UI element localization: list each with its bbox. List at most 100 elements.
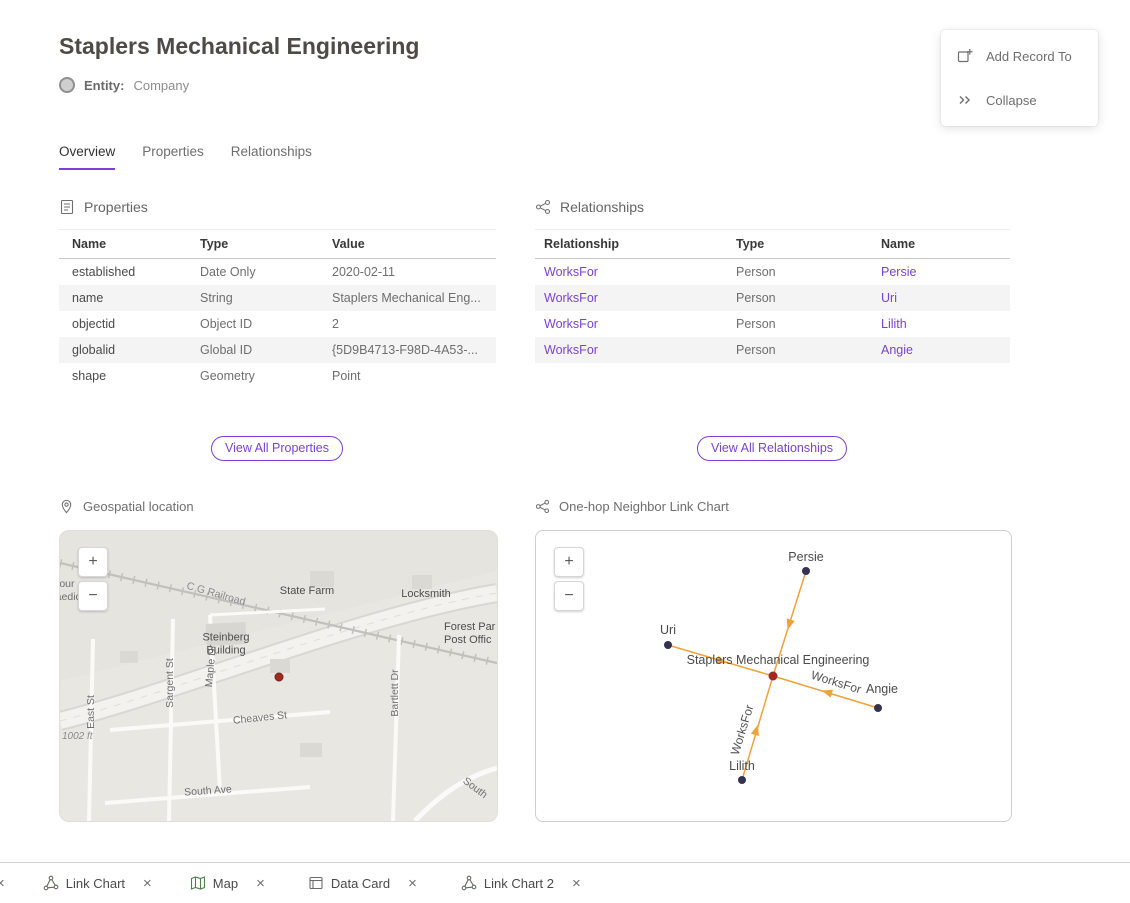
properties-heading: Properties xyxy=(59,199,148,215)
node-label-uri: Uri xyxy=(660,623,676,637)
map-zoom-controls: + − xyxy=(78,547,108,611)
map-label-poi: Steinberg Building xyxy=(191,631,261,656)
relationship-type: Person xyxy=(736,311,881,337)
properties-table: Name Type Value established Date Only 20… xyxy=(59,229,496,389)
table-row: WorksFor Person Lilith xyxy=(535,311,1010,337)
zoom-in-button[interactable]: + xyxy=(78,547,108,577)
property-name: name xyxy=(59,285,200,311)
data-card-tabs: Overview Properties Relationships xyxy=(59,144,312,170)
geospatial-heading: Geospatial location xyxy=(59,499,194,514)
close-tab-icon[interactable]: × xyxy=(256,875,265,892)
edge-label-worksfor: WorksFor xyxy=(728,703,757,757)
property-value: Staplers Mechanical Eng... xyxy=(332,285,496,311)
menu-item-collapse[interactable]: Collapse xyxy=(941,78,1098,122)
table-row: name String Staplers Mechanical Eng... xyxy=(59,285,496,311)
column-header: Type xyxy=(736,230,881,259)
related-entity-link[interactable]: Lilith xyxy=(881,317,907,331)
relationship-link[interactable]: WorksFor xyxy=(544,317,598,331)
relationship-link[interactable]: WorksFor xyxy=(544,291,598,305)
node-label-persie: Persie xyxy=(788,550,823,564)
map-pin-icon xyxy=(59,499,74,514)
close-tab-icon[interactable]: × xyxy=(572,875,581,892)
workspace-tab-label: Map xyxy=(213,876,238,891)
relationships-heading: Relationships xyxy=(535,199,644,215)
relationship-type: Person xyxy=(736,285,881,311)
data-card-icon xyxy=(308,875,324,891)
related-entity-link[interactable]: Persie xyxy=(881,265,916,279)
link-chart-icon xyxy=(43,875,59,891)
zoom-in-button[interactable]: + xyxy=(554,547,584,577)
node-persie[interactable] xyxy=(802,567,810,575)
node-label-angie: Angie xyxy=(866,682,898,696)
entity-label: Entity: xyxy=(84,78,124,93)
link-chart-zoom-controls: + − xyxy=(554,547,584,611)
zoom-out-button[interactable]: − xyxy=(78,581,108,611)
close-tab-icon[interactable]: × xyxy=(0,875,5,892)
related-entity-link[interactable]: Angie xyxy=(881,343,913,357)
relationship-link[interactable]: WorksFor xyxy=(544,343,598,357)
entity-row: Entity: Company xyxy=(59,77,189,93)
map-label: rbour xyxy=(59,578,75,590)
relationships-icon xyxy=(535,199,551,215)
property-value: {5D9B4713-F98D-4A53-... xyxy=(332,337,496,363)
tab-properties[interactable]: Properties xyxy=(142,144,204,170)
entity-type-value: Company xyxy=(133,78,189,93)
tab-relationships[interactable]: Relationships xyxy=(231,144,312,170)
link-chart-icon xyxy=(535,499,550,514)
node-angie[interactable] xyxy=(874,704,882,712)
relationship-link[interactable]: WorksFor xyxy=(544,265,598,279)
column-header: Type xyxy=(200,230,332,259)
collapse-icon xyxy=(957,92,973,108)
table-row: WorksFor Person Uri xyxy=(535,285,1010,311)
link-chart-view[interactable]: WorksFor WorksFor Persie Uri Angie Lilit… xyxy=(535,530,1012,822)
link-chart-icon xyxy=(461,875,477,891)
map-label-street: Sargent St xyxy=(164,658,176,708)
entity-type-icon xyxy=(59,77,75,93)
view-all-properties-button[interactable]: View All Properties xyxy=(211,436,343,461)
workspace-tab-data-card[interactable]: Data Card × xyxy=(308,875,417,892)
table-row: established Date Only 2020-02-11 xyxy=(59,259,496,286)
node-label-lilith: Lilith xyxy=(729,759,755,773)
workspace-tab-label: Data Card xyxy=(331,876,390,891)
workspace-tab-link-chart[interactable]: Link Chart × xyxy=(43,875,152,892)
relationship-type: Person xyxy=(736,337,881,363)
menu-item-label: Add Record To xyxy=(986,49,1072,64)
relationships-heading-label: Relationships xyxy=(560,199,644,215)
workspace-tab-bar: × Link Chart × Map × Data Card × xyxy=(0,862,1130,903)
table-row: globalid Global ID {5D9B4713-F98D-4A53-.… xyxy=(59,337,496,363)
menu-item-add-record-to[interactable]: Add Record To xyxy=(941,34,1098,78)
property-name: globalid xyxy=(59,337,200,363)
map-label-poi: Locksmith xyxy=(401,588,451,600)
view-all-relationships-button[interactable]: View All Relationships xyxy=(697,436,847,461)
edge-arrow xyxy=(751,724,762,736)
map-label-poi: State Farm xyxy=(280,585,334,597)
node-uri[interactable] xyxy=(664,641,672,649)
workspace-tab-label: Link Chart 2 xyxy=(484,876,554,891)
related-entity-link[interactable]: Uri xyxy=(881,291,897,305)
geospatial-heading-label: Geospatial location xyxy=(83,499,194,514)
link-chart-heading: One-hop Neighbor Link Chart xyxy=(535,499,729,514)
map-label-street: Bartlett Dr xyxy=(389,669,401,716)
menu-item-label: Collapse xyxy=(986,93,1037,108)
property-name: established xyxy=(59,259,200,286)
map-icon xyxy=(190,875,206,891)
zoom-out-button[interactable]: − xyxy=(554,581,584,611)
node-lilith[interactable] xyxy=(738,776,746,784)
workspace-tab-link-chart-2[interactable]: Link Chart 2 × xyxy=(461,875,581,892)
node-center[interactable] xyxy=(769,672,778,681)
column-header: Value xyxy=(332,230,496,259)
column-header: Name xyxy=(59,230,200,259)
table-row: objectid Object ID 2 xyxy=(59,311,496,337)
property-value: Point xyxy=(332,363,496,389)
tab-overview[interactable]: Overview xyxy=(59,144,115,170)
properties-icon xyxy=(59,199,75,215)
table-row: WorksFor Person Persie xyxy=(535,259,1010,286)
map-view[interactable]: rbour opaedics C G Railroad State Farm L… xyxy=(59,530,498,822)
property-value: 2 xyxy=(332,311,496,337)
close-tab-icon[interactable]: × xyxy=(143,875,152,892)
edge-arrow xyxy=(784,618,795,631)
close-tab-icon[interactable]: × xyxy=(408,875,417,892)
workspace-tab-map[interactable]: Map × xyxy=(190,875,265,892)
location-marker xyxy=(275,673,283,681)
edge-arrow xyxy=(821,687,833,698)
